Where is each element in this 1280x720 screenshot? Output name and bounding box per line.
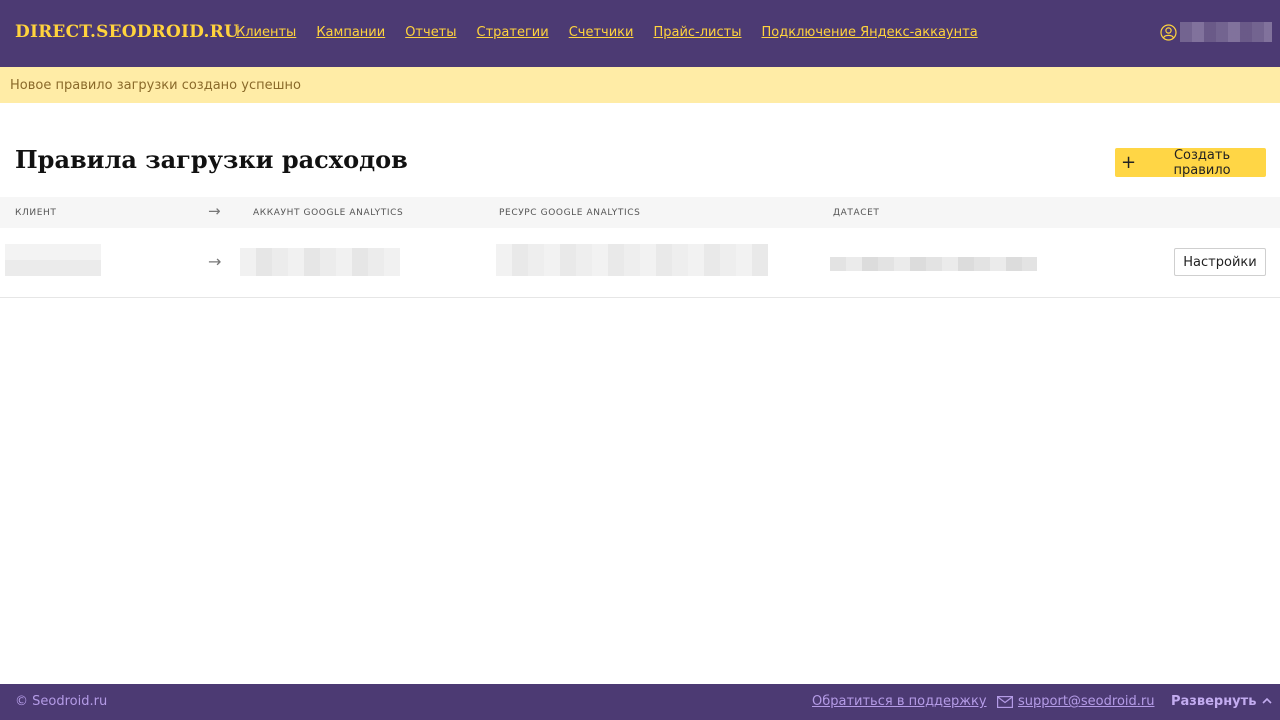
support-link[interactable]: Обратиться в поддержку (812, 694, 987, 709)
footer: © Seodroid.ru Обратиться в поддержку sup… (0, 684, 1280, 720)
nav-price-lists[interactable]: Прайс-листы (653, 25, 741, 40)
chevron-up-icon (1262, 696, 1272, 707)
ga-resource-redacted (496, 244, 768, 276)
table-header: Клиент → Аккаунт Google Analytics Ресурс… (0, 197, 1280, 228)
page-title: Правила загрузки расходов (15, 145, 408, 174)
table-row: → Настройки (0, 228, 1280, 298)
column-ga-resource: Ресурс Google Analytics (499, 208, 641, 218)
user-name-redacted (1180, 22, 1272, 42)
column-dataset: Датасет (833, 208, 880, 218)
arrow-right-icon: → (208, 202, 221, 220)
nav-yandex-account[interactable]: Подключение Яндекс-аккаунта (762, 25, 978, 40)
nav-counters[interactable]: Счетчики (569, 25, 634, 40)
nav-clients[interactable]: Клиенты (236, 25, 296, 40)
settings-button[interactable]: Настройки (1174, 248, 1266, 276)
user-circle-icon (1160, 23, 1177, 41)
user-menu[interactable] (1160, 22, 1272, 42)
notice-text: Новое правило загрузки создано успешно (10, 77, 301, 93)
column-ga-account: Аккаунт Google Analytics (253, 208, 404, 218)
nav-campaigns[interactable]: Кампании (316, 25, 385, 40)
create-rule-label: Создать правило (1173, 147, 1231, 178)
nav-reports[interactable]: Отчеты (405, 25, 456, 40)
arrow-right-icon: → (208, 252, 222, 271)
ga-account-redacted (240, 248, 400, 276)
column-client: Клиент (15, 208, 57, 218)
client-name-redacted (5, 244, 101, 276)
expand-label: Развернуть (1171, 694, 1257, 709)
support-email-link[interactable]: support@seodroid.ru (1018, 694, 1154, 709)
copyright: © Seodroid.ru (15, 694, 108, 709)
create-rule-button[interactable]: + Создать правило (1115, 147, 1266, 178)
brand-logo[interactable]: DIRECT.SEODROID.RU (15, 22, 239, 42)
envelope-icon (997, 696, 1014, 709)
dataset-redacted (830, 257, 1037, 271)
expand-button[interactable]: Развернуть (1171, 694, 1272, 709)
nav-strategies[interactable]: Стратегии (477, 25, 549, 40)
main-nav: Клиенты Кампании Отчеты Стратегии Счетчи… (236, 25, 978, 40)
top-navbar: DIRECT.SEODROID.RU Клиенты Кампании Отче… (0, 0, 1280, 67)
success-notice: Новое правило загрузки создано успешно (0, 67, 1280, 103)
plus-icon: + (1121, 151, 1137, 173)
